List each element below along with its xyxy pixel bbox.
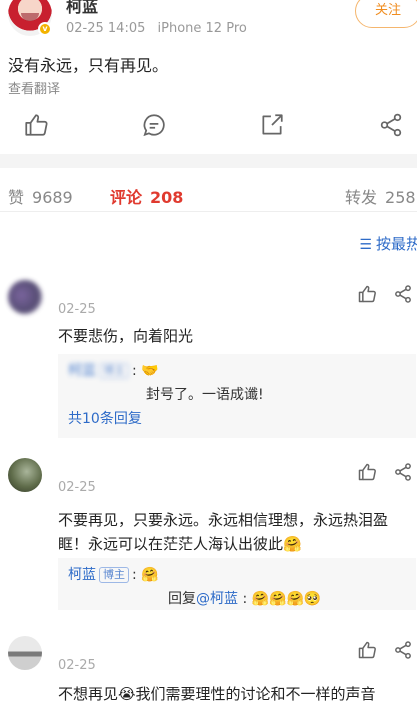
tab-comments-label: 评论 xyxy=(110,188,143,207)
comment-text: 不要悲伤，向着阳光 xyxy=(58,327,194,345)
thumb-up-icon[interactable] xyxy=(357,640,377,660)
thumb-up-icon[interactable] xyxy=(357,284,377,304)
sort-icon: ☰ xyxy=(359,237,372,253)
blogger-badge: 博主 xyxy=(99,567,129,583)
tab-reposts[interactable]: 转发 258 xyxy=(345,184,416,208)
tab-reposts-label: 转发 xyxy=(345,188,378,207)
share-nodes-icon[interactable] xyxy=(393,284,413,304)
commenter-avatar[interactable] xyxy=(8,636,42,670)
reply-box[interactable]: 柯蓝 博主: 🤝 封号了。一语成谶! 共10条回复 xyxy=(58,354,416,438)
post-header: v 柯蓝 02-25 14:05 iPhone 12 Pro 关注 xyxy=(0,0,417,44)
blogger-badge: 博主 xyxy=(99,363,129,379)
thumb-up-icon[interactable] xyxy=(23,112,49,138)
comment-actions xyxy=(357,284,417,304)
reply-line: 柯蓝 博主: 🤗 xyxy=(68,567,159,583)
post-date: 02-25 14:05 xyxy=(66,21,146,36)
comment-actions xyxy=(357,640,417,660)
share-nodes-icon[interactable] xyxy=(378,112,404,138)
comment-icon[interactable] xyxy=(141,112,167,138)
share-icon[interactable] xyxy=(259,112,285,138)
post-text: 没有永远，只有再见。 xyxy=(8,56,169,75)
share-nodes-icon[interactable] xyxy=(393,640,413,660)
tab-likes-label: 赞 xyxy=(8,188,25,207)
reply-author[interactable]: 柯蓝 xyxy=(68,567,96,583)
tab-comments-count: 208 xyxy=(150,188,184,207)
comment-date: 02-25 xyxy=(58,302,96,317)
reply-line: 柯蓝 博主: 🤝 xyxy=(68,363,159,379)
reply-quote: 封号了。一语成谶! xyxy=(146,387,264,403)
comment-text: 不想再见😭我们需要理性的讨论和不一样的声音 xyxy=(58,685,376,703)
comment-date: 02-25 xyxy=(58,480,96,495)
commenter-avatar[interactable] xyxy=(8,458,42,492)
post-meta: 02-25 14:05 iPhone 12 Pro xyxy=(66,21,247,36)
stats-tabs: 赞 9689 评论 208 转发 258 xyxy=(0,176,417,212)
sort-button[interactable]: ☰ 按最热 xyxy=(359,233,417,254)
reply-author[interactable]: 柯蓝 xyxy=(68,363,96,379)
tab-likes-count: 9689 xyxy=(32,188,73,207)
more-replies-link[interactable]: 共10条回复 xyxy=(68,408,406,432)
reply-line: 回复@柯蓝 : 🤗🤗🤗🥺 xyxy=(168,591,322,607)
verified-badge-icon: v xyxy=(38,22,52,36)
sort-label: 按最热 xyxy=(375,235,417,253)
comment-actions xyxy=(357,462,417,482)
post-actions xyxy=(0,112,417,140)
reply-box[interactable]: 柯蓝 博主: 🤗 回复@柯蓝 : 🤗🤗🤗🥺 xyxy=(58,558,416,610)
commenter-avatar[interactable] xyxy=(8,280,42,314)
tab-likes[interactable]: 赞 9689 xyxy=(8,184,73,208)
reply-emojis: 🤗🤗🤗🥺 xyxy=(251,591,322,607)
reply-mention[interactable]: @柯蓝 xyxy=(196,591,238,607)
tab-comments[interactable]: 评论 208 xyxy=(110,184,183,208)
thumb-up-icon[interactable] xyxy=(357,462,377,482)
post-device: iPhone 12 Pro xyxy=(157,21,247,36)
reply-prefix: 回复 xyxy=(168,591,196,607)
hug-emoji: 🤗 xyxy=(141,567,159,583)
handshake-emoji: 🤝 xyxy=(141,363,159,379)
tab-reposts-count: 258 xyxy=(385,188,416,207)
section-divider xyxy=(0,154,417,168)
comment-text: 不要再见，只要永远。永远相信理想，永远热泪盈眶！永远可以在茫茫人海认出彼此🤗 xyxy=(58,511,389,553)
author-name[interactable]: 柯蓝 xyxy=(66,0,98,17)
translate-link[interactable]: 查看翻译 xyxy=(8,78,60,97)
tabs-underline xyxy=(0,211,417,212)
follow-button[interactable]: 关注 xyxy=(355,0,417,28)
share-nodes-icon[interactable] xyxy=(393,462,413,482)
comment-date: 02-25 xyxy=(58,658,96,673)
